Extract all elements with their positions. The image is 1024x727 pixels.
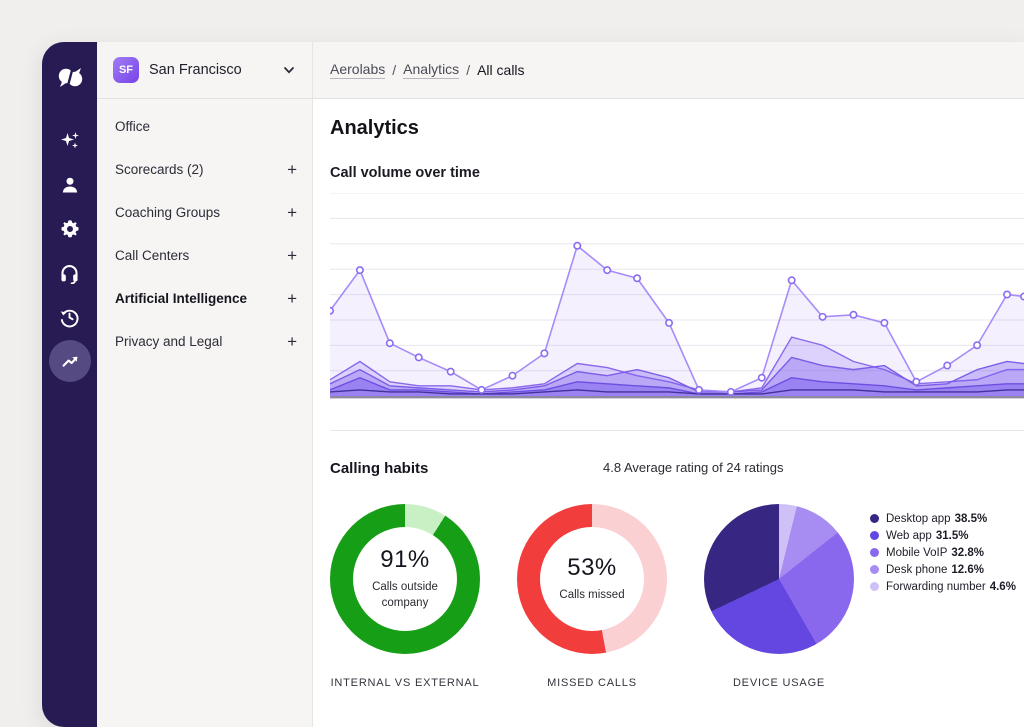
app-window: SF San Francisco Office Scorecards (2) +…	[42, 42, 1024, 727]
breadcrumb-link-analytics[interactable]: Analytics	[403, 61, 459, 79]
sidebar-item-label: Call Centers	[115, 248, 287, 263]
legend-label: Web app	[886, 530, 932, 542]
expand-plus-icon[interactable]: +	[287, 333, 297, 350]
workspace-name: San Francisco	[149, 62, 282, 78]
chart-caption-missed-calls: MISSED CALLS	[547, 677, 637, 689]
calling-habits-charts: 91% Calls outside company INTERNAL VS EX…	[330, 504, 1024, 689]
settings-gear-icon[interactable]	[49, 208, 91, 250]
sidebar-item-label: Privacy and Legal	[115, 334, 287, 349]
section-divider	[330, 430, 1024, 431]
trend-up-icon[interactable]	[49, 340, 91, 382]
person-icon[interactable]	[49, 164, 91, 206]
calling-habits-title: Calling habits	[330, 460, 428, 477]
breadcrumb-separator: /	[392, 62, 396, 78]
sparkles-icon[interactable]	[49, 120, 91, 162]
internal-vs-external-donut: 91% Calls outside company	[330, 504, 480, 654]
device-usage-chart: DEVICE USAGE	[704, 504, 854, 689]
icon-rail	[42, 42, 97, 727]
donut-center: 91% Calls outside company	[353, 527, 457, 631]
breadcrumb-current: All calls	[477, 62, 524, 78]
history-clock-icon[interactable]	[49, 296, 91, 338]
page-title: Analytics	[330, 117, 1024, 140]
legend-label: Desk phone	[886, 564, 947, 576]
call-volume-chart-title: Call volume over time	[330, 165, 1024, 181]
donut-percentage: 91%	[380, 546, 430, 574]
sidebar-menu: Office Scorecards (2) + Coaching Groups …	[97, 99, 312, 363]
sidebar-item-label: Artificial Intelligence	[115, 291, 287, 306]
donut-label: Calls missed	[546, 588, 638, 604]
sidebar-item-call-centers[interactable]: Call Centers +	[97, 234, 312, 277]
sidebar-item-privacy-and-legal[interactable]: Privacy and Legal +	[97, 320, 312, 363]
legend-item-mobile-voip: Mobile VoIP 32.8%	[870, 544, 1016, 561]
calling-habits-header: Calling habits 4.8 Average rating of 24 …	[330, 460, 1024, 477]
legend-label: Forwarding number	[886, 581, 986, 593]
legend-label: Desktop app	[886, 513, 951, 525]
legend-value: 32.8%	[951, 547, 984, 559]
workspace-switcher[interactable]: SF San Francisco	[97, 42, 312, 99]
legend-value: 31.5%	[936, 530, 969, 542]
legend-item-web-app: Web app 31.5%	[870, 527, 1016, 544]
headset-icon[interactable]	[49, 252, 91, 294]
analytics-content: Analytics Call volume over time Calling …	[313, 99, 1024, 727]
legend-label: Mobile VoIP	[886, 547, 947, 559]
sidebar-item-scorecards[interactable]: Scorecards (2) +	[97, 148, 312, 191]
legend-value: 12.6%	[951, 564, 984, 576]
main-panel: Aerolabs / Analytics / All calls Analyti…	[313, 42, 1024, 727]
chevron-down-icon	[282, 63, 296, 77]
missed-calls-chart: 53% Calls missed MISSED CALLS	[517, 504, 667, 689]
legend-dot	[870, 582, 879, 591]
missed-calls-donut: 53% Calls missed	[517, 504, 667, 654]
legend-value: 38.5%	[955, 513, 988, 525]
donut-percentage: 53%	[567, 554, 617, 582]
legend-dot	[870, 565, 879, 574]
device-usage-pie	[704, 504, 854, 654]
expand-plus-icon[interactable]: +	[287, 161, 297, 178]
legend-item-desktop-app: Desktop app 38.5%	[870, 510, 1016, 527]
workspace-badge: SF	[113, 57, 139, 83]
sidebar-item-office[interactable]: Office	[97, 105, 312, 148]
device-usage-legend: Desktop app 38.5% Web app 31.5% Mobile V…	[870, 504, 1016, 689]
legend-dot	[870, 531, 879, 540]
chart-caption-internal-vs-external: INTERNAL VS EXTERNAL	[331, 677, 480, 689]
legend-item-desk-phone: Desk phone 12.6%	[870, 561, 1016, 578]
call-volume-area-chart	[330, 193, 1024, 399]
internal-vs-external-chart: 91% Calls outside company INTERNAL VS EX…	[330, 504, 480, 689]
donut-center: 53% Calls missed	[540, 527, 644, 631]
sidebar-item-coaching-groups[interactable]: Coaching Groups +	[97, 191, 312, 234]
sidebar-item-label: Office	[115, 119, 297, 134]
expand-plus-icon[interactable]: +	[287, 247, 297, 264]
legend-dot	[870, 548, 879, 557]
chart-caption-device-usage: DEVICE USAGE	[733, 677, 825, 689]
breadcrumb-link-aerolabs[interactable]: Aerolabs	[330, 61, 385, 79]
breadcrumb: Aerolabs / Analytics / All calls	[313, 42, 1024, 99]
expand-plus-icon[interactable]: +	[287, 290, 297, 307]
donut-label: Calls outside company	[359, 580, 451, 611]
sidebar-item-label: Scorecards (2)	[115, 162, 287, 177]
dialpad-logo-icon[interactable]	[52, 60, 88, 96]
legend-dot	[870, 514, 879, 523]
sidebar-item-label: Coaching Groups	[115, 205, 287, 220]
expand-plus-icon[interactable]: +	[287, 204, 297, 221]
average-rating-note: 4.8 Average rating of 24 ratings	[603, 460, 783, 475]
legend-value: 4.6%	[990, 581, 1016, 593]
breadcrumb-separator: /	[466, 62, 470, 78]
legend-item-forwarding-number: Forwarding number 4.6%	[870, 578, 1016, 595]
sidebar-item-artificial-intelligence[interactable]: Artificial Intelligence +	[97, 277, 312, 320]
sidebar: SF San Francisco Office Scorecards (2) +…	[97, 42, 313, 727]
